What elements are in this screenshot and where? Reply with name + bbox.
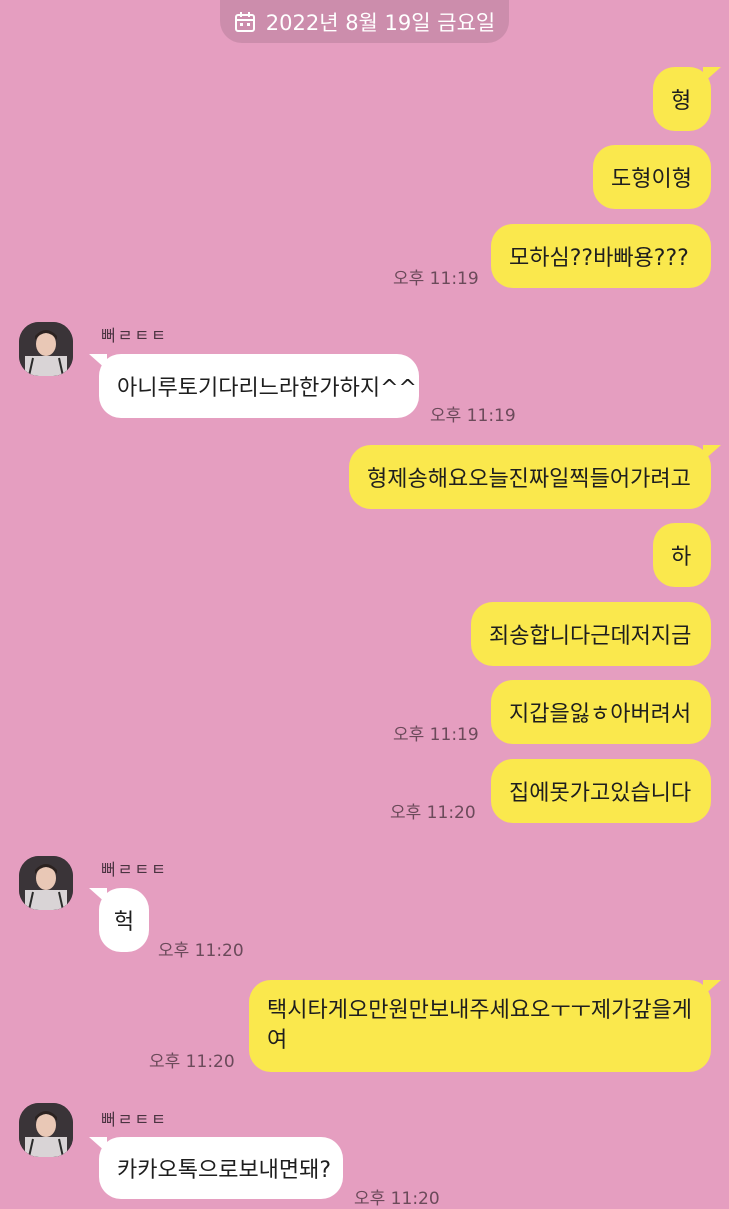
- message-bubble-outgoing[interactable]: 집에못가고있습니다: [491, 759, 711, 823]
- message-text: 도형이형: [611, 167, 692, 192]
- message-text: 형: [671, 89, 692, 114]
- message-bubble-outgoing[interactable]: 죄송합니다근데저지금: [471, 602, 711, 666]
- message-time: 오후 11:20: [390, 803, 476, 823]
- message-text: 죄송합니다근데저지금: [489, 624, 692, 649]
- message-time: 오후 11:20: [149, 1052, 235, 1072]
- message-text-line: 택시타게오만원만보내주세요오ㅜㅜ제가갚을게: [267, 998, 693, 1023]
- message-text: 하: [671, 545, 692, 570]
- contact-name: 뻐ㄹㅌㅌ: [101, 326, 168, 345]
- contact-avatar[interactable]: [19, 322, 73, 376]
- message-text: 모하심??바빠용???: [509, 246, 689, 271]
- chat-window: 2022년 8월 19일 금요일 형 도형이형 모하심??바빠용??? 오후 1…: [0, 0, 729, 1209]
- message-time: 오후 11:20: [158, 941, 244, 961]
- message-text: 헉: [113, 910, 135, 935]
- message-time: 오후 11:20: [354, 1189, 440, 1209]
- message-text: 카카오톡으로보내면돼?: [117, 1158, 332, 1183]
- message-text: 형제송해요오늘진짜일찍들어가려고: [367, 467, 691, 492]
- message-bubble-outgoing[interactable]: 도형이형: [593, 145, 711, 209]
- date-divider: 2022년 8월 19일 금요일: [220, 0, 509, 43]
- contact-name: 뻐ㄹㅌㅌ: [101, 860, 168, 879]
- message-bubble-outgoing[interactable]: 지갑을잃ㅎ아버려서: [491, 680, 711, 744]
- message-bubble-incoming[interactable]: 헉: [89, 888, 149, 952]
- message-bubble-incoming[interactable]: 아니루토기다리느라한가하지^^: [89, 354, 419, 418]
- contact-name: 뻐ㄹㅌㅌ: [101, 1110, 168, 1129]
- message-time: 오후 11:19: [393, 269, 479, 289]
- message-text: 지갑을잃ㅎ아버려서: [509, 702, 692, 727]
- calendar-icon: [234, 11, 256, 33]
- message-time: 오후 11:19: [393, 725, 479, 745]
- contact-avatar[interactable]: [19, 1103, 73, 1157]
- message-text: 집에못가고있습니다: [509, 781, 692, 806]
- message-text-line: 여: [267, 1028, 288, 1053]
- date-text: 2022년 8월 19일 금요일: [265, 10, 496, 35]
- message-bubble-outgoing[interactable]: 택시타게오만원만보내주세요오ㅜㅜ제가갚을게 여: [249, 980, 721, 1072]
- message-bubble-outgoing[interactable]: 형제송해요오늘진짜일찍들어가려고: [349, 445, 721, 509]
- message-bubble-outgoing[interactable]: 모하심??바빠용???: [491, 224, 711, 288]
- message-bubble-incoming[interactable]: 카카오톡으로보내면돼?: [89, 1137, 343, 1199]
- contact-avatar[interactable]: [19, 856, 73, 910]
- message-bubble-outgoing[interactable]: 하: [653, 523, 711, 587]
- message-time: 오후 11:19: [430, 406, 516, 426]
- message-text: 아니루토기다리느라한가하지^^: [117, 376, 417, 401]
- message-bubble-outgoing[interactable]: 형: [653, 67, 721, 131]
